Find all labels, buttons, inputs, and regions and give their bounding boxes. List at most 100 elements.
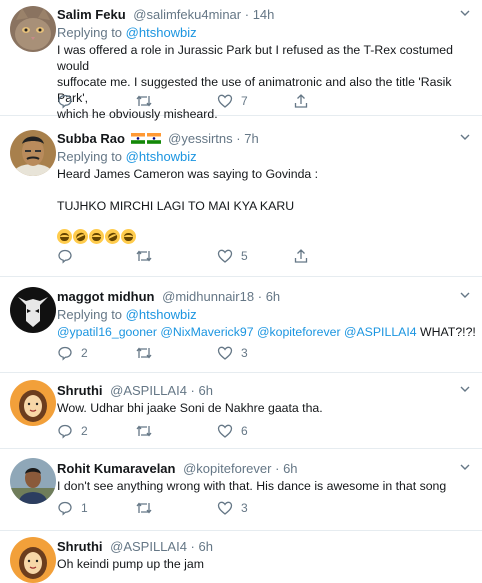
like-icon xyxy=(217,424,233,438)
replying-to-label: Replying to xyxy=(57,307,123,322)
cartoon-avatar-image xyxy=(10,537,56,583)
caret-down-icon[interactable] xyxy=(460,462,470,472)
reply-button[interactable] xyxy=(57,93,81,109)
caret-down-icon[interactable] xyxy=(460,384,470,394)
reply-button[interactable]: 2 xyxy=(57,345,88,361)
display-name[interactable]: Shruthi xyxy=(57,383,103,398)
tweet-text-line: Wow. Udhar bhi jaake Soni de Nakhre gaat… xyxy=(57,401,323,415)
like-icon xyxy=(217,94,233,108)
tweet-actions: 1 3 xyxy=(57,500,357,516)
share-icon xyxy=(294,249,308,263)
reply-mention-link[interactable]: @htshowbiz xyxy=(126,307,197,322)
timestamp[interactable]: 7h xyxy=(244,131,258,146)
tweet-text-line: TUJHKO MIRCHI LAGI TO MAI KYA KARU xyxy=(57,199,295,213)
avatar[interactable] xyxy=(10,130,56,176)
user-handle[interactable]: @ASPILLAI4 xyxy=(110,539,187,554)
timestamp[interactable]: 6h xyxy=(199,383,213,398)
reply-button[interactable]: 1 xyxy=(57,500,88,516)
display-name[interactable]: Subba Rao xyxy=(57,131,125,146)
avatar[interactable] xyxy=(10,380,56,426)
laughing-emoji-icon xyxy=(89,229,104,245)
display-name[interactable]: maggot midhun xyxy=(57,289,155,304)
replying-to: Replying to @htshowbiz xyxy=(57,24,474,42)
share-button[interactable] xyxy=(293,93,309,109)
retweet-button[interactable] xyxy=(135,500,161,516)
avatar[interactable] xyxy=(10,6,56,52)
caret-down-icon[interactable] xyxy=(460,8,470,18)
reply-count: 2 xyxy=(81,346,88,360)
rofl-emoji-icon xyxy=(102,226,123,247)
tweet-text: I don't see anything wrong with that. Hi… xyxy=(57,478,474,494)
portrait-avatar-image xyxy=(10,130,56,176)
reply-count: 2 xyxy=(81,424,88,438)
caret-down-icon[interactable] xyxy=(460,132,470,142)
like-count: 3 xyxy=(241,501,248,515)
like-button[interactable]: 5 xyxy=(217,248,248,264)
user-handle[interactable]: @kopiteforever xyxy=(183,461,271,476)
like-button[interactable]: 7 xyxy=(217,93,248,109)
retweet-button[interactable] xyxy=(135,93,161,109)
like-icon xyxy=(217,346,233,360)
mention-link[interactable]: @ASPILLAI4 xyxy=(344,325,417,339)
timestamp[interactable]: 14h xyxy=(253,7,275,22)
caret-down-icon[interactable] xyxy=(460,290,470,300)
share-button[interactable] xyxy=(293,248,309,264)
user-handle[interactable]: @ASPILLAI4 xyxy=(110,383,187,398)
avatar[interactable] xyxy=(10,537,56,583)
replying-to: Replying to @htshowbiz xyxy=(57,148,474,166)
reply-count: 1 xyxy=(81,501,88,515)
retweet-icon xyxy=(136,250,152,262)
separator-dot: · xyxy=(190,539,195,554)
india-flag-icons xyxy=(130,131,161,149)
retweet-button[interactable] xyxy=(135,423,161,439)
reply-icon xyxy=(58,501,72,516)
timestamp[interactable]: 6h xyxy=(283,461,297,476)
emoji-row xyxy=(57,226,474,247)
mention-link[interactable]: @kopiteforever xyxy=(257,325,341,339)
mention-link[interactable]: @ypatil16_gooner xyxy=(57,325,157,339)
separator-dot: · xyxy=(257,289,263,304)
retweet-button[interactable] xyxy=(135,345,161,361)
like-button[interactable]: 6 xyxy=(217,423,248,439)
display-name[interactable]: Rohit Kumaravelan xyxy=(57,461,175,476)
photo-avatar-image xyxy=(10,458,56,504)
retweet-button[interactable] xyxy=(135,248,161,264)
tweet-text: Oh keindi pump up the jam xyxy=(57,556,474,572)
like-count: 6 xyxy=(241,424,248,438)
timestamp[interactable]: 6h xyxy=(266,289,280,304)
replying-to-label: Replying to xyxy=(57,149,123,164)
like-button[interactable]: 3 xyxy=(217,500,248,516)
tweet-subba: Subba Rao @yessirtns · 7h Replying to @h… xyxy=(0,123,482,277)
tweet-text-line: I was offered a role in Jurassic Park bu… xyxy=(57,43,453,73)
reply-icon xyxy=(58,346,72,361)
reply-icon xyxy=(58,424,72,439)
separator-dot: · xyxy=(244,7,250,22)
user-handle[interactable]: @yessirtns xyxy=(168,131,233,146)
dark-avatar-image xyxy=(10,287,56,333)
retweet-icon xyxy=(136,347,152,359)
mention-link[interactable]: @NixMaverick97 xyxy=(160,325,253,339)
reply-mention-link[interactable]: @htshowbiz xyxy=(126,25,197,40)
tweet-salim: Salim Feku @salimfeku4minar · 14h Replyi… xyxy=(0,0,482,121)
reply-button[interactable] xyxy=(57,248,81,264)
retweet-icon xyxy=(136,425,152,437)
replying-to-label: Replying to xyxy=(57,25,123,40)
display-name[interactable]: Salim Feku xyxy=(57,7,126,22)
timestamp[interactable]: 6h xyxy=(199,539,213,554)
user-handle[interactable]: @salimfeku4minar xyxy=(133,7,241,22)
display-name[interactable]: Shruthi xyxy=(57,539,103,554)
tweet-shruthi-2: Shruthi @ASPILLAI4 · 6h Oh keindi pump u… xyxy=(0,530,482,583)
avatar[interactable] xyxy=(10,458,56,504)
like-count: 3 xyxy=(241,346,248,360)
reply-mention-link[interactable]: @htshowbiz xyxy=(126,149,197,164)
share-icon xyxy=(294,94,308,108)
reply-icon xyxy=(58,94,72,109)
tweet-actions: 2 3 xyxy=(57,345,357,361)
separator-dot: · xyxy=(190,383,195,398)
rofl-emoji-icon xyxy=(70,226,91,247)
like-button[interactable]: 3 xyxy=(217,345,248,361)
tweet-text-line: Heard James Cameron was saying to Govind… xyxy=(57,167,319,181)
user-handle[interactable]: @midhunnair18 xyxy=(162,289,254,304)
reply-button[interactable]: 2 xyxy=(57,423,88,439)
avatar[interactable] xyxy=(10,287,56,333)
